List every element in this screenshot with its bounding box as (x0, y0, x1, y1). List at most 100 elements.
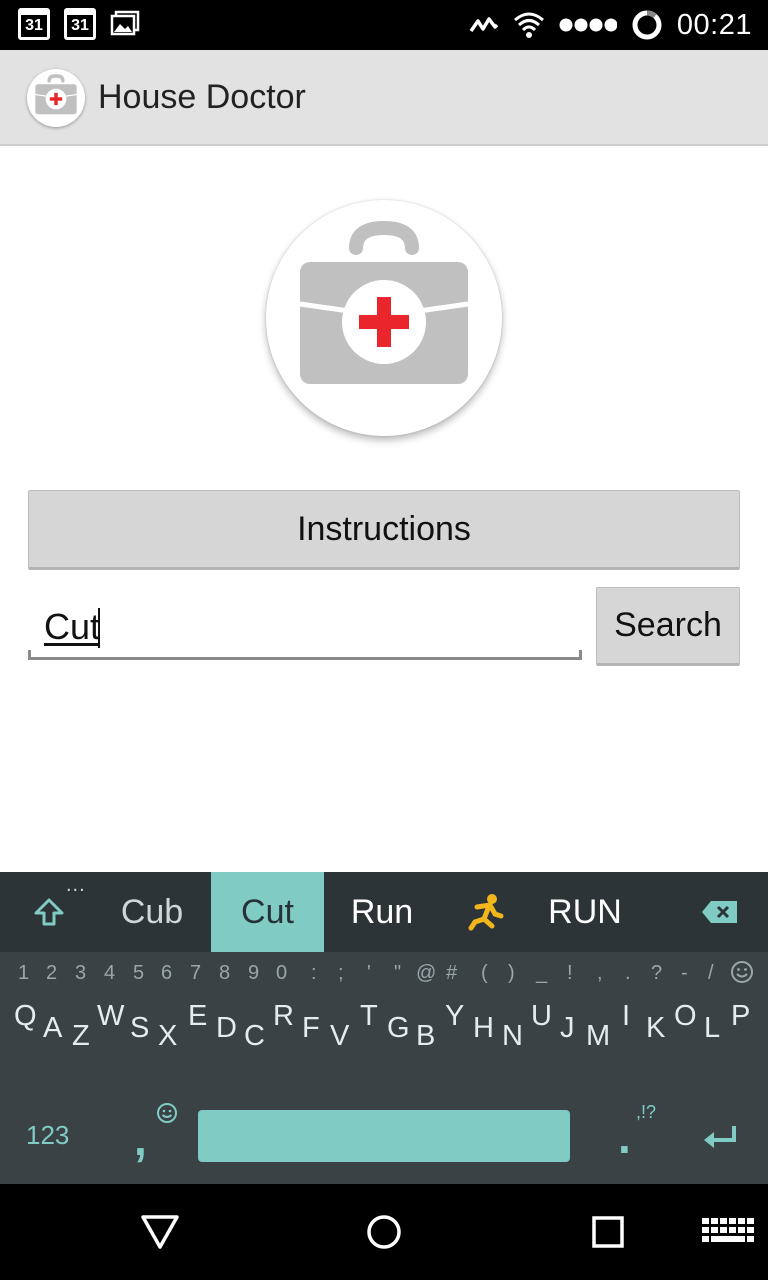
system-indicators: 00:21 (469, 0, 752, 50)
key-p[interactable]: P (731, 1000, 750, 1033)
key-r[interactable]: R (273, 1000, 294, 1033)
key-7[interactable]: 7 (190, 962, 201, 985)
key-colon[interactable]: : (311, 962, 317, 985)
key-m[interactable]: M (586, 1020, 610, 1053)
key-9[interactable]: 9 (248, 962, 259, 985)
shift-key[interactable] (20, 872, 78, 952)
letter-row: Q A Z W S X E D C R F V T G B Y H N U J … (0, 998, 768, 1058)
key-8[interactable]: 8 (219, 962, 230, 985)
key-apostrophe[interactable]: ' (367, 962, 371, 985)
key-w[interactable]: W (97, 1000, 124, 1033)
key-c[interactable]: C (244, 1020, 265, 1053)
battery-ring-icon (632, 10, 662, 40)
key-6[interactable]: 6 (161, 962, 172, 985)
app-bar: House Doctor (0, 50, 768, 146)
smiley-icon (157, 1103, 177, 1123)
suggestion-bar: ... Cub Cut Run RUN (0, 872, 768, 952)
number-symbol-row: 1 2 3 4 5 6 7 8 9 0 : ; ' " @ # ( ) _ ! … (0, 958, 768, 992)
key-paren-close[interactable]: ) (508, 962, 515, 985)
key-semicolon[interactable]: ; (338, 962, 344, 985)
space-bar[interactable] (198, 1110, 570, 1162)
key-dash[interactable]: - (681, 962, 688, 985)
emoji-icon[interactable] (730, 960, 754, 984)
suggestion-cut[interactable]: Cut (211, 872, 324, 952)
key-underscore[interactable]: _ (536, 962, 547, 985)
notification-icons: 31 31 (18, 8, 140, 40)
key-4[interactable]: 4 (104, 962, 115, 985)
comma-key[interactable]: , (134, 1112, 147, 1166)
keyboard-switch-icon[interactable] (700, 1216, 756, 1248)
symbols-mode-key[interactable]: 123 (26, 1120, 69, 1151)
key-x[interactable]: X (158, 1020, 177, 1053)
key-k[interactable]: K (646, 1012, 665, 1045)
running-person-icon (468, 894, 504, 931)
key-hash[interactable]: # (446, 962, 457, 985)
key-n[interactable]: N (502, 1020, 523, 1053)
key-2[interactable]: 2 (46, 962, 57, 985)
calendar-icon: 31 (64, 8, 96, 40)
app-title: House Doctor (98, 78, 306, 116)
signal-dots-icon (559, 18, 617, 32)
key-a[interactable]: A (43, 1012, 62, 1045)
key-u[interactable]: U (531, 1000, 552, 1033)
key-b[interactable]: B (416, 1020, 435, 1053)
search-button[interactable]: Search (596, 587, 740, 666)
key-3[interactable]: 3 (75, 962, 86, 985)
back-icon[interactable] (140, 1214, 180, 1250)
emoji-suggestion[interactable] (452, 872, 518, 952)
clock: 00:21 (676, 8, 752, 41)
key-quote[interactable]: " (394, 962, 401, 985)
key-t[interactable]: T (360, 1000, 378, 1033)
key-z[interactable]: Z (72, 1020, 90, 1053)
key-f[interactable]: F (302, 1012, 320, 1045)
activity-icon (469, 17, 499, 33)
punctuation-hint: ,!? (636, 1102, 657, 1122)
first-aid-kit-icon (299, 220, 469, 384)
key-v[interactable]: V (330, 1020, 349, 1053)
key-i[interactable]: I (622, 1000, 630, 1033)
key-q[interactable]: Q (14, 1000, 37, 1033)
calendar-icon: 31 (18, 8, 50, 40)
key-d[interactable]: D (216, 1012, 237, 1045)
backspace-icon (702, 901, 737, 923)
instructions-button[interactable]: Instructions (28, 490, 740, 570)
recents-icon[interactable] (592, 1216, 624, 1248)
enter-key[interactable] (700, 1122, 740, 1152)
suggestion-cub[interactable]: Cub (96, 872, 208, 952)
key-s[interactable]: S (130, 1012, 149, 1045)
key-y[interactable]: Y (445, 1000, 464, 1033)
key-o[interactable]: O (674, 1000, 697, 1033)
image-icon (110, 10, 140, 36)
text-cursor (98, 608, 100, 648)
navigation-bar (0, 1184, 768, 1280)
key-l[interactable]: L (704, 1012, 720, 1045)
shift-arrow-icon (34, 898, 64, 926)
key-e[interactable]: E (188, 1000, 207, 1033)
key-period-sym[interactable]: . (625, 962, 631, 985)
suggestion-run-caps[interactable]: RUN (528, 872, 642, 952)
key-comma-sym[interactable]: , (597, 962, 603, 985)
key-slash[interactable]: / (708, 962, 714, 985)
period-key[interactable]: . (618, 1110, 631, 1164)
key-0[interactable]: 0 (276, 962, 287, 985)
key-h[interactable]: H (473, 1012, 494, 1045)
backspace-key[interactable] (690, 872, 750, 952)
key-at[interactable]: @ (416, 962, 436, 985)
suggestion-run[interactable]: Run (326, 872, 438, 952)
search-input[interactable]: Cut (28, 600, 582, 660)
wifi-icon (513, 12, 544, 38)
search-input-value: Cut (44, 606, 101, 647)
status-bar: 31 31 00:21 (0, 0, 768, 50)
key-question[interactable]: ? (651, 962, 662, 985)
app-logo (27, 69, 85, 127)
key-j[interactable]: J (560, 1012, 575, 1045)
key-5[interactable]: 5 (133, 962, 144, 985)
key-g[interactable]: G (387, 1012, 410, 1045)
home-icon[interactable] (366, 1214, 402, 1250)
soft-keyboard: ... Cub Cut Run RUN 1 2 3 4 5 6 7 8 9 0 … (0, 872, 768, 1184)
main-logo (266, 200, 502, 436)
key-paren-open[interactable]: ( (481, 962, 488, 985)
first-aid-kit-icon (35, 74, 77, 115)
key-exclaim[interactable]: ! (567, 962, 573, 985)
key-1[interactable]: 1 (18, 962, 29, 985)
